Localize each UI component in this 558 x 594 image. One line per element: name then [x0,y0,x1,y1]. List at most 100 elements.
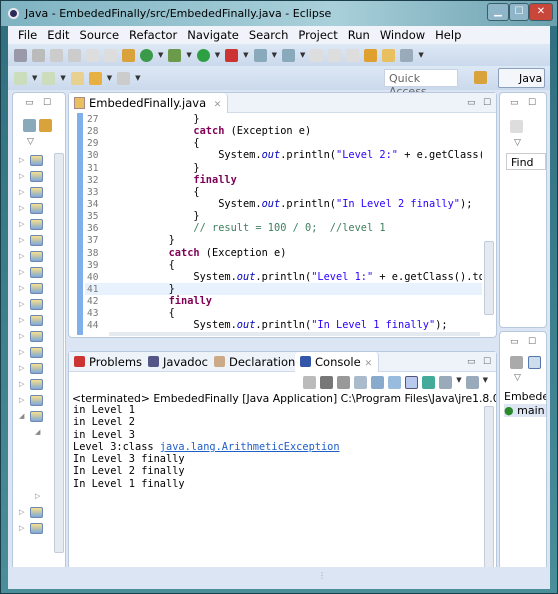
new-class-icon[interactable] [140,48,153,62]
close-tab-icon[interactable]: ✕ [365,359,373,369]
grid-icon[interactable] [122,48,135,62]
menu-search[interactable]: Search [244,26,294,44]
tree-item[interactable]: ▷ [17,153,57,169]
tree-item[interactable]: ▷ [17,265,57,281]
expand-icon[interactable]: ▷ [19,268,24,276]
expand-icon[interactable]: ▷ [19,300,24,308]
maximize-icon[interactable]: ☐ [43,98,51,108]
block-icon[interactable] [86,48,99,62]
print-icon[interactable] [346,48,360,62]
toggle-icon[interactable] [32,48,45,62]
expand-icon[interactable]: ▷ [19,284,24,292]
expand-icon[interactable]: ▷ [19,204,24,212]
tree-item[interactable]: ▷ [17,217,57,233]
scroll-lock-icon[interactable] [371,376,385,389]
tree-item[interactable]: ▷ [17,169,57,185]
minimize-button[interactable]: ▁ [487,3,509,21]
menu-source[interactable]: Source [75,26,125,44]
maximize-icon[interactable]: ☐ [483,98,491,108]
hide-fields-icon[interactable] [510,356,523,369]
word-wrap-icon[interactable] [388,376,402,389]
open-perspective-icon[interactable] [474,71,487,84]
open-folder-icon[interactable] [382,48,396,62]
back-icon[interactable] [88,71,102,85]
expand-icon[interactable]: ▷ [19,348,24,356]
display-console-icon[interactable] [439,376,453,389]
open-type-icon[interactable] [364,48,378,62]
menu-refactor[interactable]: Refactor [124,26,182,44]
menu-edit[interactable]: Edit [42,26,74,44]
new-task-icon[interactable] [510,120,523,133]
tree-item[interactable]: ▷ [17,489,57,505]
expand-icon[interactable]: ▷ [19,524,24,532]
edit-icon[interactable] [50,48,63,62]
forward-icon[interactable] [117,71,131,85]
expand-icon[interactable]: ▷ [19,220,24,228]
tree-item[interactable]: ▷ [17,521,57,537]
expand-icon[interactable]: ▷ [19,508,24,516]
expand-icon[interactable]: ▷ [19,252,24,260]
view-menu-icon[interactable]: ▽ [27,137,34,147]
menu-window[interactable]: Window [375,26,430,44]
tab-javadoc[interactable]: Javadoc [143,352,214,372]
remove-all-icon[interactable] [337,376,351,389]
tree-item[interactable] [17,457,57,473]
expand-icon[interactable]: ◢ [19,412,24,420]
search-icon[interactable] [400,48,414,62]
last-edit-icon[interactable] [70,71,84,85]
close-tab-icon[interactable]: ✕ [214,100,222,110]
minimize-icon[interactable]: ▭ [467,357,476,367]
tree-item[interactable]: ▷ [17,233,57,249]
code-editor[interactable]: 27 } 28 catch (Exception e) 29 {30 System.… [77,113,482,335]
maximize-icon[interactable]: ☐ [483,357,491,367]
tab-console[interactable]: Console ✕ [295,352,380,372]
expand-icon[interactable]: ▷ [19,172,24,180]
whitespace-icon[interactable] [104,48,117,62]
expand-icon[interactable]: ▷ [19,316,24,324]
external-tools-icon[interactable] [225,48,239,62]
tree-item[interactable]: ▷ [17,185,57,201]
expand-icon[interactable]: ▷ [19,380,24,388]
tab-declaration[interactable]: Declaration [209,352,301,372]
open-console-icon[interactable] [465,376,479,389]
exception-link[interactable]: java.lang.ArithmeticException [160,441,340,453]
next-annotation-icon[interactable] [14,71,27,85]
menu-file[interactable]: File [13,26,42,44]
tree-item[interactable] [17,441,57,457]
expand-icon[interactable]: ▷ [19,364,24,372]
tree-scrollbar[interactable] [54,153,64,553]
expand-icon[interactable]: ▷ [19,236,24,244]
save-icon[interactable] [310,48,324,62]
menu-run[interactable]: Run [343,26,375,44]
expand-icon[interactable]: ▷ [19,156,24,164]
tree-item[interactable]: ◢ [17,425,57,441]
tree-item[interactable]: ▷ [17,361,57,377]
maximize-icon[interactable]: ☐ [528,98,536,108]
maximize-button[interactable]: ☐ [509,3,529,21]
pin-console-icon[interactable] [422,376,436,389]
expand-icon[interactable]: ▷ [19,396,24,404]
tree-item[interactable]: ▷ [17,249,57,265]
editor-hscrollbar[interactable] [109,332,480,336]
view-menu-icon[interactable]: ▽ [514,138,521,148]
copy-icon[interactable] [328,48,342,62]
tab-problems[interactable]: Problems [69,352,148,372]
minimize-icon[interactable]: ▭ [467,98,476,108]
collapse-icon[interactable] [528,356,541,369]
outline-item-main[interactable]: ● main [504,404,546,417]
tree-item[interactable]: ▷ [17,505,57,521]
editor-scrollbar[interactable] [484,241,494,315]
debug-icon[interactable] [168,48,182,62]
tree-item[interactable] [17,473,57,489]
find-input[interactable]: Find [506,153,546,170]
menu-project[interactable]: Project [293,26,342,44]
menu-navigate[interactable]: Navigate [182,26,244,44]
tree-item[interactable]: ◢ [17,409,57,425]
expand-icon[interactable]: ◢ [35,428,40,436]
tree-item[interactable]: ▷ [17,313,57,329]
console-output[interactable]: in Level 1 in Level 2 in Level 3 Level 3:cl… [73,404,480,490]
close-button[interactable]: ✕ [529,3,553,21]
tree-item[interactable]: ▷ [17,393,57,409]
tree-item[interactable]: ▷ [17,345,57,361]
clear-console-icon[interactable] [354,376,368,389]
